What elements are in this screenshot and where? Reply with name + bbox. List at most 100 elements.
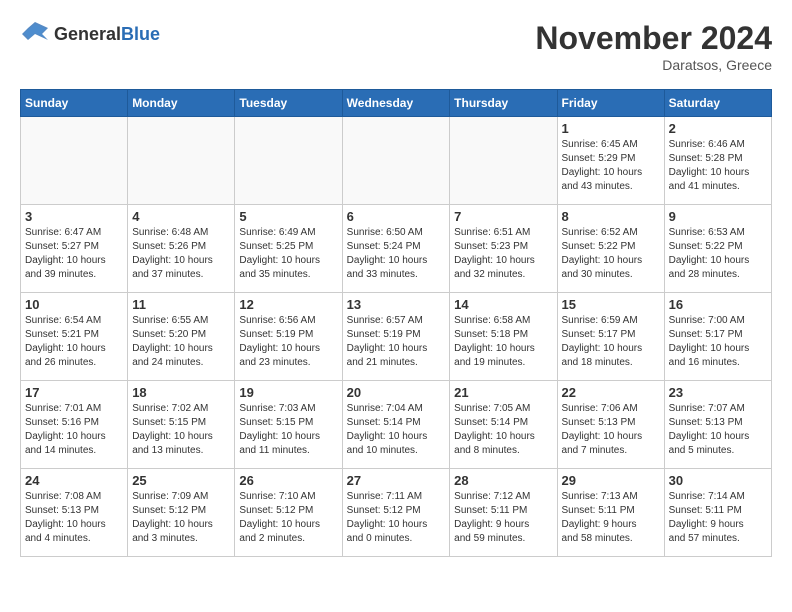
- calendar-cell: 14 Sunrise: 6:58 AM Sunset: 5:18 PM Dayli…: [450, 293, 557, 381]
- calendar-header: Sunday Monday Tuesday Wednesday Thursday…: [21, 90, 772, 117]
- calendar-cell: 9Sunrise: 6:53 AM Sunset: 5:22 PM Daylig…: [664, 205, 771, 293]
- title-area: November 2024 Daratsos, Greece: [535, 20, 772, 73]
- calendar-cell: 19Sunrise: 7:03 AM Sunset: 5:15 PM Dayli…: [235, 381, 342, 469]
- day-info: Sunrise: 6:47 AM Sunset: 5:27 PM Dayligh…: [25, 226, 123, 282]
- day-number: 7: [454, 209, 552, 224]
- day-info: Sunrise: 7:10 AM Sunset: 5:12 PM Dayligh…: [239, 490, 337, 546]
- day-number: 13: [347, 297, 446, 312]
- day-info: Sunrise: 6:56 AM Sunset: 5:19 PM Dayligh…: [239, 314, 337, 370]
- day-number: 27: [347, 473, 446, 488]
- day-info: Sunrise: 6:59 AM Sunset: 5:17 PM Dayligh…: [562, 314, 660, 370]
- calendar-cell: 26 Sunrise: 7:10 AM Sunset: 5:12 PM Dayli…: [235, 469, 342, 557]
- day-number: 29: [562, 473, 660, 488]
- col-sunday: Sunday: [21, 90, 128, 117]
- day-info: Sunrise: 7:09 AM Sunset: 5:12 PM Dayligh…: [132, 490, 230, 546]
- day-info: Sunrise: 7:02 AM Sunset: 5:15 PM Dayligh…: [132, 402, 230, 458]
- day-info: Sunrise: 6:58 AM Sunset: 5:18 PM Dayligh…: [454, 314, 552, 370]
- calendar-cell: 5 Sunrise: 6:49 AM Sunset: 5:25 PM Daylig…: [235, 205, 342, 293]
- day-number: 26: [239, 473, 337, 488]
- calendar-cell: 25Sunrise: 7:09 AM Sunset: 5:12 PM Dayli…: [128, 469, 235, 557]
- day-number: 24: [25, 473, 123, 488]
- day-number: 22: [562, 385, 660, 400]
- calendar-table: Sunday Monday Tuesday Wednesday Thursday…: [20, 89, 772, 557]
- day-info: Sunrise: 7:14 AM Sunset: 5:11 PM Dayligh…: [669, 490, 767, 546]
- day-info: Sunrise: 7:07 AM Sunset: 5:13 PM Dayligh…: [669, 402, 767, 458]
- day-number: 8: [562, 209, 660, 224]
- day-info: Sunrise: 7:03 AM Sunset: 5:15 PM Dayligh…: [239, 402, 337, 458]
- day-info: Sunrise: 6:50 AM Sunset: 5:24 PM Dayligh…: [347, 226, 446, 282]
- day-number: 2: [669, 121, 767, 136]
- week-row-4: 17 Sunrise: 7:01 AM Sunset: 5:16 PM Dayli…: [21, 381, 772, 469]
- calendar-cell: 12 Sunrise: 6:56 AM Sunset: 5:19 PM Dayli…: [235, 293, 342, 381]
- calendar-cell: 22 Sunrise: 7:06 AM Sunset: 5:13 PM Dayli…: [557, 381, 664, 469]
- col-thursday: Thursday: [450, 90, 557, 117]
- location: Daratsos, Greece: [535, 57, 772, 73]
- day-number: 1: [562, 121, 660, 136]
- calendar-cell: 4Sunrise: 6:48 AM Sunset: 5:26 PM Daylig…: [128, 205, 235, 293]
- day-number: 20: [347, 385, 446, 400]
- day-number: 5: [239, 209, 337, 224]
- day-info: Sunrise: 6:54 AM Sunset: 5:21 PM Dayligh…: [25, 314, 123, 370]
- day-number: 3: [25, 209, 123, 224]
- calendar-cell: 18Sunrise: 7:02 AM Sunset: 5:15 PM Dayli…: [128, 381, 235, 469]
- day-info: Sunrise: 7:08 AM Sunset: 5:13 PM Dayligh…: [25, 490, 123, 546]
- day-info: Sunrise: 6:48 AM Sunset: 5:26 PM Dayligh…: [132, 226, 230, 282]
- calendar-cell: [450, 117, 557, 205]
- logo-text: GeneralBlue: [54, 24, 160, 45]
- calendar-cell: 24 Sunrise: 7:08 AM Sunset: 5:13 PM Dayli…: [21, 469, 128, 557]
- logo: GeneralBlue: [20, 20, 160, 48]
- calendar-cell: 16 Sunrise: 7:00 AM Sunset: 5:17 PM Dayli…: [664, 293, 771, 381]
- calendar-cell: 15 Sunrise: 6:59 AM Sunset: 5:17 PM Dayli…: [557, 293, 664, 381]
- day-info: Sunrise: 7:11 AM Sunset: 5:12 PM Dayligh…: [347, 490, 446, 546]
- day-info: Sunrise: 7:05 AM Sunset: 5:14 PM Dayligh…: [454, 402, 552, 458]
- day-number: 23: [669, 385, 767, 400]
- day-number: 28: [454, 473, 552, 488]
- day-info: Sunrise: 6:46 AM Sunset: 5:28 PM Dayligh…: [669, 138, 767, 194]
- week-row-2: 3 Sunrise: 6:47 AM Sunset: 5:27 PM Daylig…: [21, 205, 772, 293]
- calendar-cell: [21, 117, 128, 205]
- calendar-cell: 28Sunrise: 7:12 AM Sunset: 5:11 PM Dayli…: [450, 469, 557, 557]
- day-number: 30: [669, 473, 767, 488]
- calendar-cell: 1 Sunrise: 6:45 AM Sunset: 5:29 PM Daylig…: [557, 117, 664, 205]
- col-saturday: Saturday: [664, 90, 771, 117]
- calendar-cell: 13 Sunrise: 6:57 AM Sunset: 5:19 PM Dayli…: [342, 293, 450, 381]
- day-info: Sunrise: 7:04 AM Sunset: 5:14 PM Dayligh…: [347, 402, 446, 458]
- day-info: Sunrise: 6:45 AM Sunset: 5:29 PM Dayligh…: [562, 138, 660, 194]
- logo-icon: [20, 20, 50, 48]
- calendar-cell: [128, 117, 235, 205]
- calendar-cell: 11Sunrise: 6:55 AM Sunset: 5:20 PM Dayli…: [128, 293, 235, 381]
- calendar-cell: 23 Sunrise: 7:07 AM Sunset: 5:13 PM Dayli…: [664, 381, 771, 469]
- day-number: 21: [454, 385, 552, 400]
- day-number: 14: [454, 297, 552, 312]
- day-info: Sunrise: 7:06 AM Sunset: 5:13 PM Dayligh…: [562, 402, 660, 458]
- day-number: 10: [25, 297, 123, 312]
- col-friday: Friday: [557, 90, 664, 117]
- day-number: 17: [25, 385, 123, 400]
- day-number: 16: [669, 297, 767, 312]
- day-info: Sunrise: 6:57 AM Sunset: 5:19 PM Dayligh…: [347, 314, 446, 370]
- col-tuesday: Tuesday: [235, 90, 342, 117]
- day-number: 15: [562, 297, 660, 312]
- calendar-cell: [342, 117, 450, 205]
- header-row: Sunday Monday Tuesday Wednesday Thursday…: [21, 90, 772, 117]
- col-monday: Monday: [128, 90, 235, 117]
- calendar-cell: 29 Sunrise: 7:13 AM Sunset: 5:11 PM Dayli…: [557, 469, 664, 557]
- day-info: Sunrise: 6:49 AM Sunset: 5:25 PM Dayligh…: [239, 226, 337, 282]
- day-info: Sunrise: 6:52 AM Sunset: 5:22 PM Dayligh…: [562, 226, 660, 282]
- day-info: Sunrise: 7:13 AM Sunset: 5:11 PM Dayligh…: [562, 490, 660, 546]
- page-header: GeneralBlue November 2024 Daratsos, Gree…: [20, 20, 772, 73]
- week-row-5: 24 Sunrise: 7:08 AM Sunset: 5:13 PM Dayli…: [21, 469, 772, 557]
- calendar-cell: 21 Sunrise: 7:05 AM Sunset: 5:14 PM Dayli…: [450, 381, 557, 469]
- day-info: Sunrise: 7:00 AM Sunset: 5:17 PM Dayligh…: [669, 314, 767, 370]
- calendar-cell: 30 Sunrise: 7:14 AM Sunset: 5:11 PM Dayli…: [664, 469, 771, 557]
- day-number: 11: [132, 297, 230, 312]
- week-row-1: 1 Sunrise: 6:45 AM Sunset: 5:29 PM Daylig…: [21, 117, 772, 205]
- calendar-cell: 17 Sunrise: 7:01 AM Sunset: 5:16 PM Dayli…: [21, 381, 128, 469]
- calendar-cell: 7Sunrise: 6:51 AM Sunset: 5:23 PM Daylig…: [450, 205, 557, 293]
- calendar-cell: 8 Sunrise: 6:52 AM Sunset: 5:22 PM Daylig…: [557, 205, 664, 293]
- day-info: Sunrise: 7:01 AM Sunset: 5:16 PM Dayligh…: [25, 402, 123, 458]
- month-title: November 2024: [535, 20, 772, 57]
- day-number: 12: [239, 297, 337, 312]
- calendar-cell: 10 Sunrise: 6:54 AM Sunset: 5:21 PM Dayli…: [21, 293, 128, 381]
- day-number: 6: [347, 209, 446, 224]
